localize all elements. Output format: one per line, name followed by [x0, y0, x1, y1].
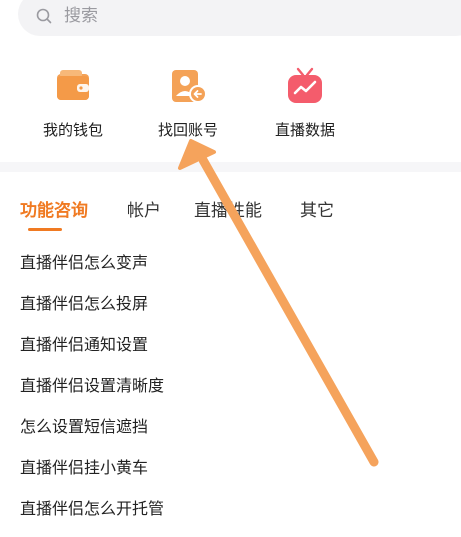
quick-action-label: 我的钱包: [42, 121, 103, 139]
faq-item[interactable]: 直播伴侣通知设置: [20, 332, 164, 373]
tv-chart-icon: [288, 67, 322, 103]
quick-action-live-data[interactable]: 直播数据: [245, 66, 365, 140]
quick-action-account-recovery[interactable]: 找回账号: [128, 66, 248, 140]
search-bar[interactable]: 搜索: [18, 0, 461, 36]
faq-item[interactable]: 直播伴侣怎么投屏: [20, 291, 164, 332]
search-icon: [36, 8, 52, 24]
wallet-icon: [57, 70, 89, 100]
section-divider: [0, 162, 461, 172]
quick-action-label: 直播数据: [274, 121, 335, 139]
faq-list: 直播伴侣怎么变声 直播伴侣怎么投屏 直播伴侣通知设置 直播伴侣设置清晰度 怎么设…: [20, 250, 164, 537]
account-recovery-icon: [172, 70, 207, 103]
tab-function-consult[interactable]: 功能咨询: [20, 199, 88, 223]
tab-live-performance[interactable]: 直播性能: [194, 199, 262, 223]
faq-item[interactable]: 直播伴侣挂小黄车: [20, 455, 164, 496]
faq-item[interactable]: 直播伴侣怎么开托管: [20, 496, 164, 537]
tab-other[interactable]: 其它: [300, 199, 334, 223]
tab-account[interactable]: 帐户: [127, 199, 161, 223]
faq-item[interactable]: 怎么设置短信遮挡: [20, 414, 164, 455]
search-placeholder: 搜索: [64, 6, 98, 26]
faq-item[interactable]: 直播伴侣设置清晰度: [20, 373, 164, 414]
quick-action-label: 找回账号: [157, 121, 218, 139]
help-page: 搜索 我的钱包 找回账号 直播数据 功能咨询 帐户 直播性能 其它 直播伴侣怎么…: [0, 0, 461, 537]
quick-action-wallet[interactable]: 我的钱包: [13, 66, 133, 140]
active-tab-indicator: [28, 228, 62, 231]
faq-item[interactable]: 直播伴侣怎么变声: [20, 250, 164, 291]
